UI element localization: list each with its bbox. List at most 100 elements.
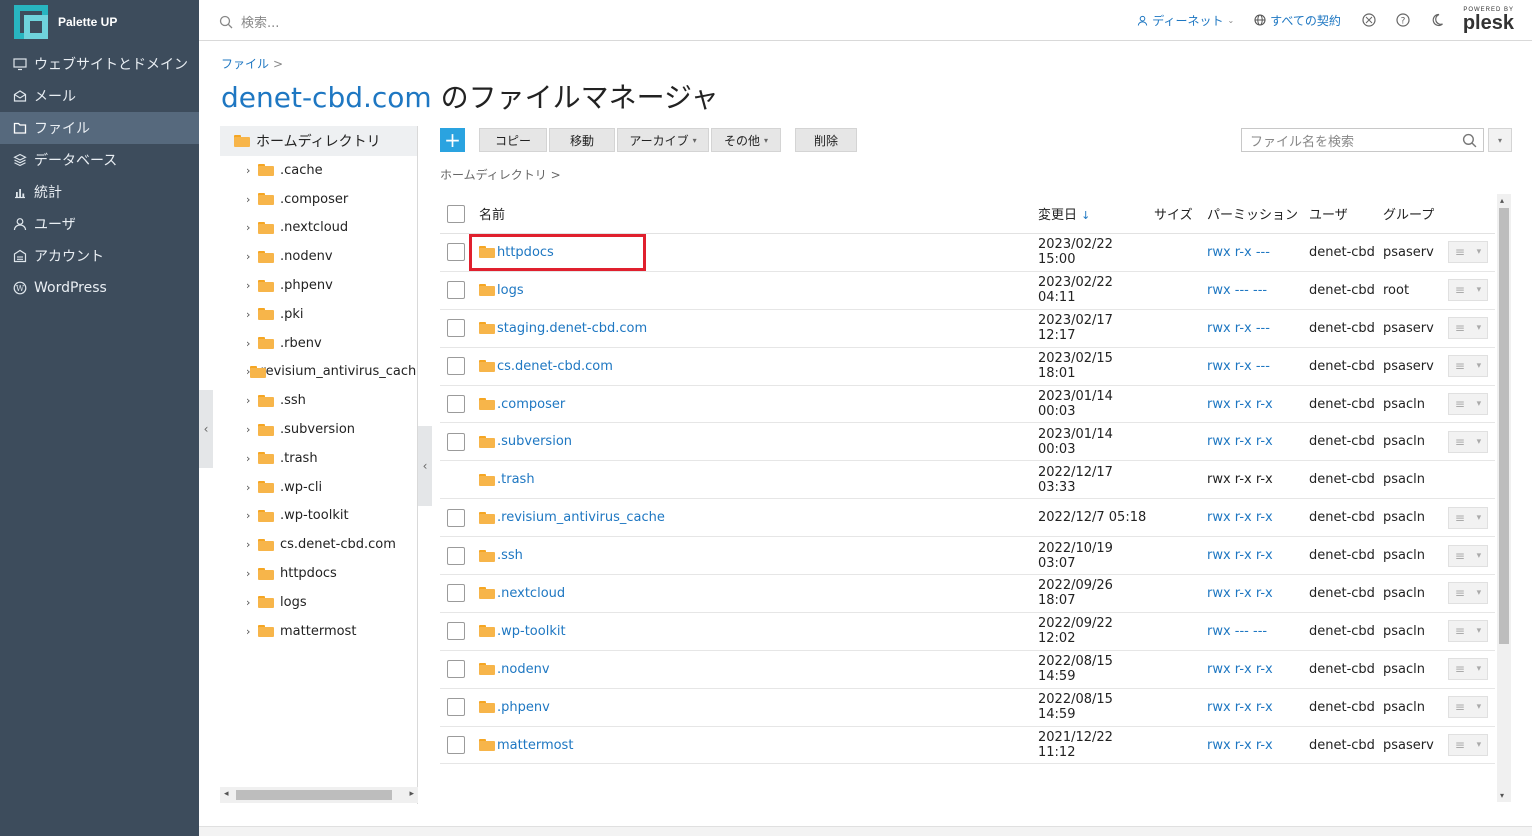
tree-item[interactable]: › .nodenv — [220, 242, 417, 271]
tree-scroll-thumb[interactable] — [236, 790, 392, 800]
user-menu[interactable]: ディーネット ⌄ — [1137, 12, 1234, 29]
help-icon[interactable]: ? — [1395, 12, 1411, 28]
chevron-right-icon[interactable]: › — [246, 394, 258, 407]
add-button[interactable]: + — [440, 128, 465, 152]
breadcrumb-files-link[interactable]: ファイル — [221, 57, 269, 71]
scroll-left-icon[interactable]: ◂ — [224, 789, 229, 799]
chevron-right-icon[interactable]: › — [246, 279, 258, 292]
chevron-right-icon[interactable]: › — [246, 250, 258, 263]
permission-cell[interactable]: rwx r-x r-x — [1207, 510, 1309, 525]
permission-cell[interactable]: rwx r-x r-x — [1207, 662, 1309, 677]
dark-mode-icon[interactable] — [1429, 12, 1445, 28]
row-checkbox[interactable] — [447, 508, 465, 527]
chevron-right-icon[interactable]: › — [246, 481, 258, 494]
file-name-link[interactable]: mattermost — [497, 738, 573, 753]
sidebar-item-wordpress[interactable]: W WordPress — [0, 272, 199, 304]
permission-cell[interactable]: rwx --- --- — [1207, 624, 1309, 639]
tree-item[interactable]: › .composer — [220, 185, 417, 214]
row-checkbox[interactable] — [447, 319, 465, 338]
permission-cell[interactable]: rwx r-x r-x — [1207, 548, 1309, 563]
permission-cell[interactable]: rwx r-x r-x — [1207, 397, 1309, 412]
permission-cell[interactable]: rwx r-x --- — [1207, 245, 1309, 260]
tree-item[interactable]: › .pki — [220, 300, 417, 329]
brand[interactable]: Palette UP — [0, 0, 199, 44]
file-name-link[interactable]: .ssh — [497, 548, 523, 563]
tree-item[interactable]: › .rbenv — [220, 329, 417, 358]
chevron-right-icon[interactable]: › — [246, 337, 258, 350]
row-checkbox[interactable] — [447, 698, 465, 717]
tree-item[interactable]: › .revisium_antivirus_cache — [220, 358, 417, 387]
tree-item[interactable]: › .wp-cli — [220, 473, 417, 502]
global-search[interactable]: 検索... — [219, 12, 279, 31]
page-title-domain[interactable]: denet-cbd.com — [221, 81, 432, 114]
chevron-right-icon[interactable]: › — [246, 423, 258, 436]
scroll-up-icon[interactable]: ▴ — [1500, 196, 1504, 205]
sidebar-item-file[interactable]: ファイル — [0, 112, 199, 144]
chevron-right-icon[interactable]: › — [246, 452, 258, 465]
row-actions-menu[interactable]: ≡ ▾ — [1448, 317, 1488, 340]
chevron-right-icon[interactable]: › — [246, 567, 258, 580]
chevron-right-icon[interactable]: › — [246, 596, 258, 609]
row-checkbox[interactable] — [447, 281, 465, 300]
tree-item[interactable]: › mattermost — [220, 617, 417, 646]
tree-item[interactable]: › logs — [220, 588, 417, 617]
row-checkbox[interactable] — [447, 660, 465, 679]
file-name-link[interactable]: .revisium_antivirus_cache — [497, 510, 665, 525]
permission-cell[interactable]: rwx r-x r-x — [1207, 586, 1309, 601]
tree-horizontal-scrollbar[interactable]: ◂ ▸ — [220, 787, 418, 803]
sidebar-item-user[interactable]: ユーザ — [0, 208, 199, 240]
delete-button[interactable]: 削除 — [795, 128, 857, 152]
row-checkbox[interactable] — [447, 357, 465, 376]
header-group[interactable]: グループ — [1383, 204, 1448, 223]
file-name-link[interactable]: logs — [497, 283, 524, 298]
header-size[interactable]: サイズ — [1154, 204, 1207, 223]
scroll-down-icon[interactable]: ▾ — [1500, 791, 1504, 800]
row-checkbox[interactable] — [447, 736, 465, 755]
chevron-right-icon[interactable]: › — [246, 509, 258, 522]
scroll-right-icon[interactable]: ▸ — [409, 789, 414, 799]
row-checkbox[interactable] — [447, 546, 465, 565]
row-actions-menu[interactable]: ≡ ▾ — [1448, 696, 1488, 719]
sidebar-item-account[interactable]: アカウント — [0, 240, 199, 272]
tree-item[interactable]: › .ssh — [220, 386, 417, 415]
row-actions-menu[interactable]: ≡ ▾ — [1448, 620, 1488, 643]
sidebar-item-monitor[interactable]: ウェブサイトとドメイン — [0, 48, 199, 80]
tree-root-home[interactable]: ホームディレクトリ — [220, 126, 417, 156]
file-name-link[interactable]: .nodenv — [497, 662, 550, 677]
table-scroll-thumb[interactable] — [1499, 208, 1509, 644]
row-checkbox[interactable] — [447, 243, 465, 262]
row-actions-menu[interactable]: ≡ ▾ — [1448, 355, 1488, 378]
row-actions-menu[interactable]: ≡ ▾ — [1448, 582, 1488, 605]
chevron-right-icon[interactable]: › — [246, 221, 258, 234]
file-name-link[interactable]: staging.denet-cbd.com — [497, 321, 647, 336]
tree-item[interactable]: › .subversion — [220, 415, 417, 444]
tree-item[interactable]: › cs.denet-cbd.com — [220, 530, 417, 559]
row-actions-menu[interactable]: ≡ ▾ — [1448, 393, 1488, 415]
row-checkbox[interactable] — [447, 584, 465, 603]
file-name-link[interactable]: .phpenv — [497, 700, 550, 715]
tree-item[interactable]: › .trash — [220, 444, 417, 473]
row-actions-menu[interactable]: ≡ ▾ — [1448, 430, 1488, 453]
row-actions-menu[interactable]: ≡ ▾ — [1448, 658, 1488, 681]
archive-dropdown[interactable]: アーカイブ ▾ — [617, 128, 709, 152]
search-icon[interactable] — [1462, 133, 1477, 148]
header-name[interactable]: 名前 — [479, 204, 1038, 223]
permission-cell[interactable]: rwx r-x --- — [1207, 321, 1309, 336]
file-name-link[interactable]: .subversion — [497, 434, 572, 449]
row-actions-menu[interactable]: ≡ ▾ — [1448, 279, 1488, 302]
header-modified[interactable]: 変更日 ↓ — [1038, 204, 1154, 223]
row-actions-menu[interactable]: ≡ ▾ — [1448, 241, 1488, 264]
file-search-input[interactable]: ファイル名を検索 — [1241, 128, 1484, 152]
file-name-link[interactable]: .composer — [497, 397, 565, 412]
sidebar-item-mail[interactable]: メール — [0, 80, 199, 112]
sidebar-item-database[interactable]: データベース — [0, 144, 199, 176]
chevron-right-icon[interactable]: › — [246, 308, 258, 321]
row-actions-menu[interactable]: ≡ ▾ — [1448, 506, 1488, 529]
path-home-link[interactable]: ホームディレクトリ — [440, 168, 547, 182]
header-user[interactable]: ユーザ — [1309, 204, 1383, 223]
subscriptions-link[interactable]: すべての契約 — [1254, 12, 1341, 29]
file-name-link[interactable]: cs.denet-cbd.com — [497, 359, 613, 374]
sidebar-item-stats[interactable]: 統計 — [0, 176, 199, 208]
chevron-right-icon[interactable]: › — [246, 193, 258, 206]
permission-cell[interactable]: rwx --- --- — [1207, 283, 1309, 298]
